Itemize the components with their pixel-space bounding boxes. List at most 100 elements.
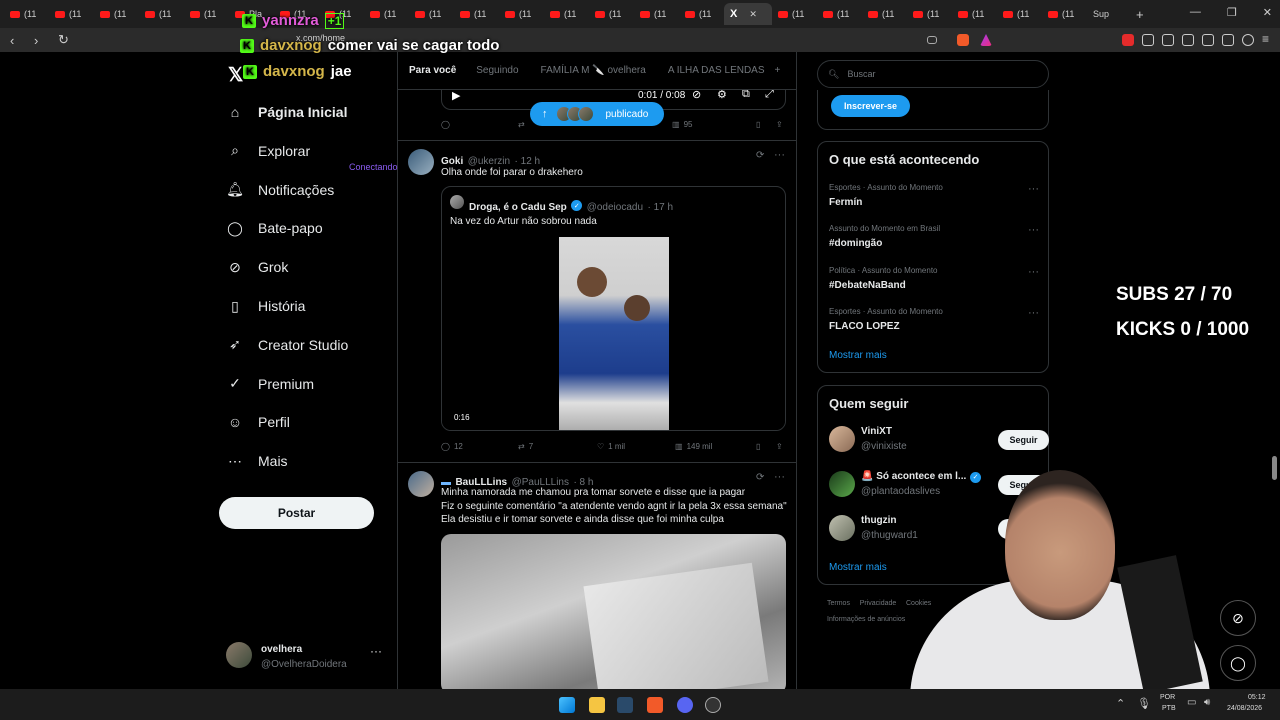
close-tab-icon[interactable]: ✕	[749, 9, 757, 20]
browser-tab[interactable]: Sup	[1087, 3, 1130, 25]
browser-tab[interactable]: (11	[634, 3, 679, 25]
trend-item[interactable]: Esportes · Assunto do Momento FLACO LOPEZ…	[829, 307, 1039, 332]
reply-icon[interactable]: ◯	[441, 120, 518, 129]
layout-indicator[interactable]: PTB	[1162, 705, 1176, 712]
trend-item[interactable]: Esportes · Assunto do Momento Fermín ···	[829, 183, 1039, 208]
browser-tab[interactable]: (11	[499, 3, 544, 25]
scrollbar-thumb[interactable]	[1272, 456, 1277, 480]
tab-ilha[interactable]: A ILHA DAS LENDAS	[668, 65, 765, 76]
bookmark-icon[interactable]: ▯	[756, 120, 776, 129]
lang-indicator[interactable]: POR	[1160, 694, 1175, 701]
reply-action[interactable]: ◯ 12	[441, 442, 518, 451]
browser-tab[interactable]: (11	[679, 3, 724, 25]
sidebar-item-premium[interactable]: ✓ Premium	[226, 375, 314, 393]
more-icon[interactable]: ···	[1028, 183, 1039, 195]
add-tab-button[interactable]: +	[775, 65, 781, 76]
sidebar-item-perfil[interactable]: ☺ Perfil	[226, 413, 290, 431]
tweet[interactable]: Goki @ukerzin · 12 h ⟳ ··· Olha onde foi…	[398, 141, 796, 461]
close-window-icon[interactable]: ✕	[1263, 6, 1272, 19]
sidebar-item-p-gina-inicial[interactable]: ⌂ Página Inicial	[226, 103, 348, 121]
grok-icon[interactable]: ⟳	[756, 150, 764, 161]
grok-icon[interactable]: ⟳	[756, 472, 764, 483]
brave-rewards-icon[interactable]	[980, 34, 992, 46]
footer-link[interactable]: Termos	[827, 600, 850, 607]
browser-tab[interactable]: (11	[817, 3, 862, 25]
extension-red-icon[interactable]	[1122, 34, 1134, 46]
chevron-up-icon[interactable]: ⌃	[1116, 697, 1125, 710]
browser-tab[interactable]: (11	[4, 3, 49, 25]
show-more-link[interactable]: Mostrar mais	[829, 350, 887, 361]
browser-tab[interactable]: (11	[907, 3, 952, 25]
browser-tab[interactable]: (11	[364, 3, 409, 25]
more-icon[interactable]: ···	[1028, 224, 1039, 236]
more-icon[interactable]: ···	[774, 471, 785, 483]
minimize-icon[interactable]: —	[1190, 6, 1201, 19]
tab-seguindo[interactable]: Seguindo	[476, 65, 518, 76]
clock-time[interactable]: 05:12	[1248, 694, 1266, 701]
follow-button[interactable]: Seguir	[998, 430, 1049, 450]
browser-tab[interactable]: (11	[862, 3, 907, 25]
browser-tab[interactable]: (11	[544, 3, 589, 25]
file-explorer-icon[interactable]	[589, 697, 605, 713]
extensions-icon[interactable]	[1142, 34, 1154, 46]
share-icon[interactable]: ⇪	[776, 120, 783, 129]
play-icon[interactable]: ▶	[452, 89, 460, 102]
quote-author[interactable]: Droga, é o Cadu Sep	[469, 202, 567, 213]
trend-item[interactable]: Assunto do Momento em Brasil #domingão ···	[829, 224, 1039, 249]
cast-icon[interactable]	[927, 36, 937, 44]
browser-tab[interactable]: (11	[772, 3, 817, 25]
obs-icon[interactable]	[705, 697, 721, 713]
menu-icon[interactable]: ≡	[1262, 32, 1274, 46]
windows-start-icon[interactable]	[559, 697, 575, 713]
maximize-icon[interactable]: ❐	[1227, 6, 1237, 19]
steam-icon[interactable]	[617, 697, 633, 713]
quote-tweet[interactable]: Droga, é o Cadu Sep ✓ @odeiocadu · 17 h …	[441, 186, 786, 431]
new-posts-pill[interactable]: ↑ publicado	[530, 102, 664, 126]
retweet-action[interactable]: ⇄ 7	[518, 442, 597, 451]
brave-icon[interactable]	[647, 697, 663, 713]
vpn-icon[interactable]	[1242, 34, 1254, 46]
discord-icon[interactable]	[677, 697, 693, 713]
browser-tab[interactable]: (11	[409, 3, 454, 25]
network-icon[interactable]: ▭	[1187, 697, 1196, 708]
browser-tab[interactable]: (11	[139, 3, 184, 25]
brave-shield-icon[interactable]	[957, 34, 969, 46]
more-icon[interactable]: ···	[370, 644, 382, 658]
post-button[interactable]: Postar	[219, 497, 374, 529]
wallet-icon[interactable]	[1202, 34, 1214, 46]
browser-tab[interactable]: (11	[1042, 3, 1087, 25]
leo-icon[interactable]	[1222, 34, 1234, 46]
sidebar-toggle-icon[interactable]	[1182, 34, 1194, 46]
volume-icon[interactable]: 🔊︎	[1204, 697, 1210, 708]
browser-tab[interactable]: (11	[184, 3, 229, 25]
account-switcher[interactable]: ovelhera @OvelheraDoidera ···	[226, 642, 396, 682]
share-icon[interactable]: ⇪	[776, 442, 783, 451]
browser-tab[interactable]: (11	[49, 3, 94, 25]
tab-para-voce[interactable]: Para você	[409, 65, 456, 76]
subscribe-button[interactable]: Inscrever-se	[831, 95, 910, 117]
browser-tab[interactable]: (11	[94, 3, 139, 25]
tweet-media[interactable]	[441, 534, 786, 692]
grok-fab-icon[interactable]: ⊘	[1220, 600, 1256, 636]
forward-icon[interactable]: ›	[34, 33, 48, 48]
bookmark-icon[interactable]: ▯	[756, 442, 776, 451]
video-player[interactable]: 0:16	[442, 237, 785, 430]
mic-icon[interactable]: 🎙︎	[1137, 697, 1151, 710]
views-action[interactable]: ▥ 149 mil	[675, 442, 756, 451]
new-tab-icon[interactable]: +	[1130, 3, 1173, 25]
sidebar-item-notifica-es[interactable]: 🔔︎ Notificações	[226, 181, 334, 199]
tab-familia[interactable]: FAMÍLIA M 🔪 ovelhera	[541, 65, 646, 76]
browser-tab-active[interactable]: X ✕	[724, 3, 772, 25]
more-icon[interactable]: ···	[1028, 266, 1039, 278]
reload-icon[interactable]: ↻	[58, 32, 72, 48]
clock-date[interactable]: 24/08/2026	[1227, 705, 1262, 712]
sidebar-item-grok[interactable]: ⊘ Grok	[226, 258, 288, 276]
sidebar-item-mais[interactable]: ⋯ Mais	[226, 452, 288, 470]
browser-tab[interactable]: (11	[589, 3, 634, 25]
more-icon[interactable]: ···	[774, 149, 785, 161]
like-action[interactable]: ♡ 1 mil	[597, 442, 675, 451]
sidebar-item-hist-ria[interactable]: ▯ História	[226, 297, 305, 315]
search-input[interactable]: 🔍︎ Buscar	[817, 60, 1049, 88]
back-icon[interactable]: ‹	[10, 33, 24, 48]
playlist-icon[interactable]	[1162, 34, 1174, 46]
